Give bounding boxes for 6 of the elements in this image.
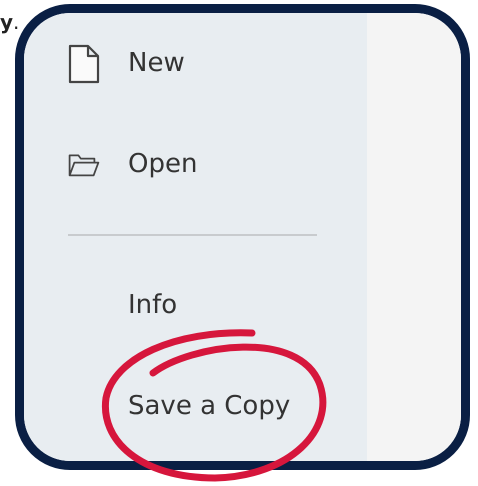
file-icon — [68, 44, 100, 84]
menu-item[interactable]: New — [128, 48, 185, 80]
menu-item[interactable]: Open — [128, 148, 198, 180]
caption-text: y. — [0, 10, 20, 34]
menu-item[interactable]: Info — [128, 290, 178, 322]
menu-item[interactable]: Save a Copy — [128, 390, 290, 422]
